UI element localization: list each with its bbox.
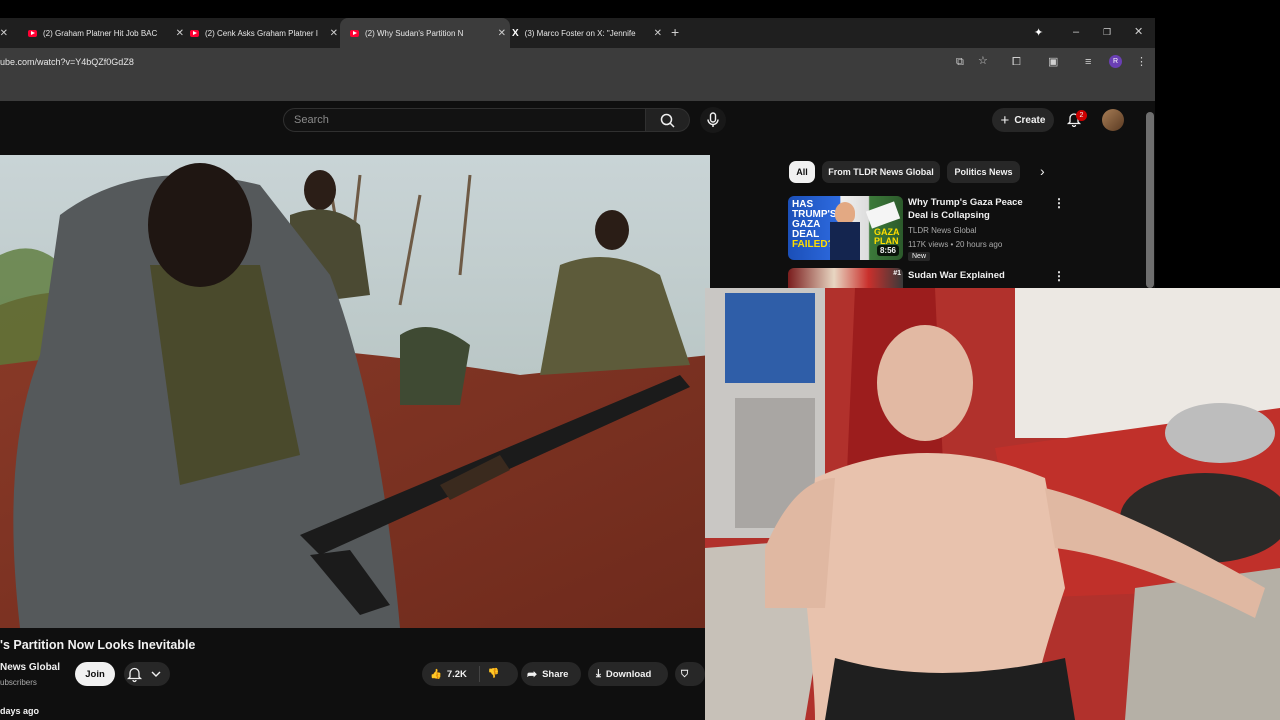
- tab-partial[interactable]: ✕: [0, 18, 10, 48]
- create-label: Create: [1014, 114, 1046, 126]
- close-icon[interactable]: ✕: [654, 28, 662, 39]
- more-actions-icon[interactable]: ⋮: [1053, 269, 1065, 283]
- tab-graham-platner-2[interactable]: (2) Cenk Asks Graham Platner I ✕: [182, 18, 342, 48]
- create-button[interactable]: + Create: [992, 108, 1054, 132]
- search-input[interactable]: [283, 108, 646, 132]
- thumb-face: [835, 202, 855, 224]
- webcam-overlay: [705, 288, 1280, 720]
- upload-date: days ago: [0, 706, 40, 716]
- tab-marco-foster[interactable]: X (3) Marco Foster on X: "Jennife ✕: [504, 18, 666, 48]
- webcam-frame: [705, 288, 1280, 720]
- tab-strip: ✕ (2) Graham Platner Hit Job BAC ✕ (2) C…: [0, 18, 1155, 48]
- video-title: 's Partition Now Looks Inevitable: [0, 638, 196, 652]
- channel-name[interactable]: News Global: [0, 662, 60, 673]
- video-thumbnail[interactable]: #1: [788, 268, 903, 288]
- more-actions-icon[interactable]: ⋮: [1053, 196, 1065, 210]
- download-icon: ⤓: [596, 667, 601, 680]
- plus-icon: +: [1000, 111, 1010, 129]
- thanks-button[interactable]: ⛉: [675, 662, 705, 686]
- close-icon[interactable]: ✕: [0, 28, 8, 39]
- voice-search-button[interactable]: [700, 107, 726, 133]
- thumb-suit: [830, 222, 860, 260]
- media-controls-icon[interactable]: ≡: [1085, 56, 1091, 68]
- download-button[interactable]: ⤓ Download: [588, 662, 668, 686]
- like-dislike-group: 👍 7.2K 👎: [422, 662, 518, 686]
- tab-title: (2) Cenk Asks Graham Platner I: [205, 28, 318, 38]
- install-app-icon[interactable]: ⧉: [956, 56, 964, 68]
- x-icon: X: [512, 27, 519, 39]
- notification-bell-button[interactable]: [124, 662, 170, 686]
- close-icon[interactable]: ✕: [330, 28, 338, 39]
- microphone-icon: [707, 112, 719, 127]
- bell-icon: [126, 667, 161, 683]
- subscriber-count: ubscribers: [0, 678, 37, 687]
- extensions-icon[interactable]: ⧠: [1012, 56, 1021, 68]
- thanks-icon: ⛉: [681, 668, 689, 680]
- restore-icon[interactable]: ❐: [1103, 26, 1111, 38]
- browser-menu-icon[interactable]: ⋮: [1136, 56, 1147, 68]
- search-icon: [660, 113, 675, 128]
- tab-sudan-partition[interactable]: (2) Why Sudan's Partition N ✕: [340, 18, 510, 48]
- new-badge: New: [908, 252, 931, 261]
- video-title[interactable]: Sudan War Explained: [908, 269, 1040, 282]
- like-count[interactable]: 7.2K: [447, 669, 467, 680]
- duration-badge: 8:56: [876, 245, 899, 256]
- thumbs-up-icon[interactable]: 👍: [430, 669, 442, 680]
- join-button[interactable]: Join: [75, 662, 115, 686]
- thumb-document: [865, 201, 901, 229]
- share-icon: ➦: [527, 667, 538, 681]
- download-label: Download: [605, 668, 652, 680]
- search-button[interactable]: [646, 108, 690, 132]
- side-panel-icon[interactable]: ▣: [1048, 56, 1058, 68]
- minimize-icon[interactable]: –: [1073, 26, 1079, 38]
- new-tab-button[interactable]: +: [671, 25, 679, 39]
- youtube-icon: [190, 29, 199, 37]
- youtube-icon: [350, 29, 359, 37]
- video-thumbnail[interactable]: HAS TRUMP'S GAZA DEAL FAILED? GAZA PLAN …: [788, 196, 903, 260]
- search-placeholder: Search: [294, 114, 329, 126]
- bookmark-star-icon[interactable]: ☆: [978, 55, 988, 67]
- thumb-rank: #1: [893, 270, 901, 277]
- tab-graham-platner-1[interactable]: (2) Graham Platner Hit Job BAC ✕: [20, 18, 188, 48]
- tab-title: (2) Why Sudan's Partition N: [365, 28, 464, 38]
- video-frame: [0, 155, 710, 628]
- chip-all[interactable]: All: [789, 161, 815, 183]
- thumbs-down-icon[interactable]: 👎: [478, 666, 500, 682]
- video-player[interactable]: [0, 155, 710, 628]
- share-button[interactable]: ➦ Share: [521, 662, 581, 686]
- tab-title: (2) Graham Platner Hit Job BAC: [43, 28, 158, 38]
- channel-name[interactable]: TLDR News Global: [908, 226, 976, 235]
- notification-count-badge: 2: [1076, 110, 1087, 121]
- video-title[interactable]: Why Trump's Gaza Peace Deal is Collapsin…: [908, 196, 1040, 222]
- window-close-icon[interactable]: ✕: [1134, 26, 1143, 38]
- chip-politics-news[interactable]: Politics News: [947, 161, 1020, 183]
- chevron-right-icon[interactable]: ›: [1040, 163, 1045, 179]
- account-avatar[interactable]: [1102, 109, 1124, 131]
- profile-avatar[interactable]: R: [1109, 55, 1122, 68]
- scrollbar[interactable]: [1146, 112, 1154, 288]
- tab-title: (3) Marco Foster on X: "Jennife: [524, 28, 636, 38]
- share-label: Share: [542, 668, 569, 680]
- bookmarks-bar: [0, 76, 1155, 101]
- view-meta: 117K views • 20 hours ago: [908, 240, 1003, 249]
- chip-from-tldr-news-global[interactable]: From TLDR News Global: [822, 161, 940, 183]
- url-text[interactable]: ube.com/watch?v=Y4bQZf0GdZ8: [0, 57, 134, 67]
- sparkle-icon[interactable]: ✦: [1034, 27, 1043, 39]
- youtube-icon: [28, 29, 37, 37]
